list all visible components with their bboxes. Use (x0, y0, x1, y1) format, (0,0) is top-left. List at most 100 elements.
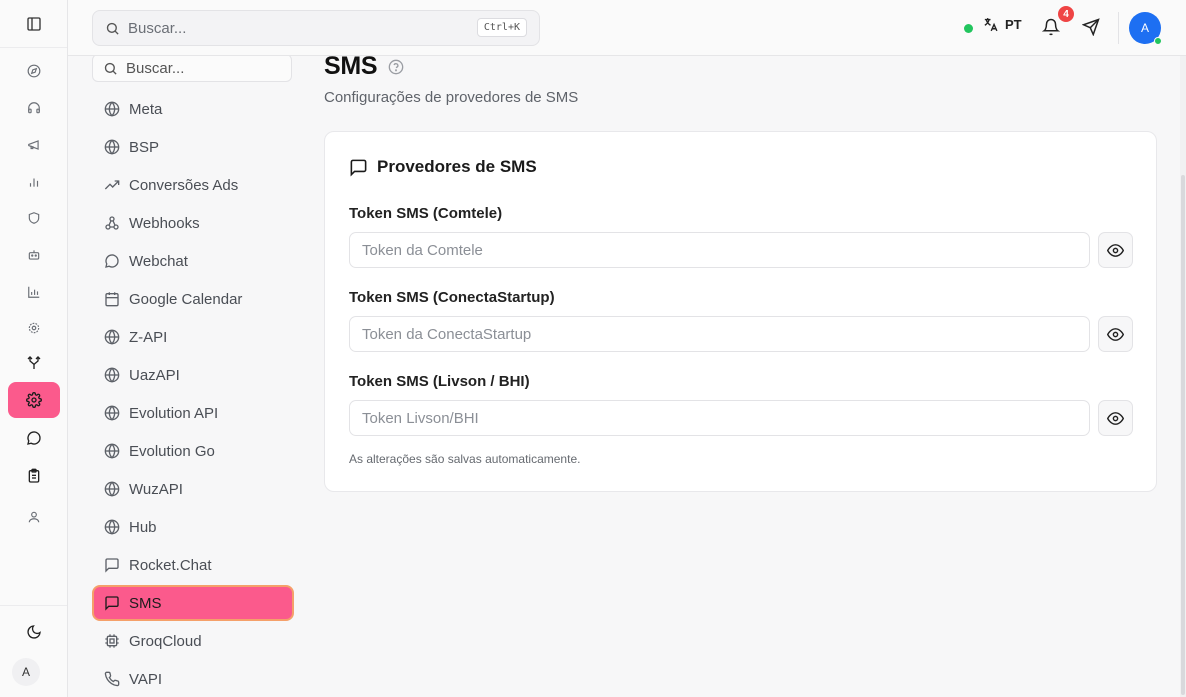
card-title: Provedores de SMS (349, 157, 537, 177)
globe-icon (104, 519, 120, 535)
subnav-item-evolution-go[interactable]: Evolution Go (92, 433, 294, 469)
globe-icon (104, 443, 120, 459)
subnav-item-convers-es-ads[interactable]: Conversões Ads (92, 167, 294, 203)
subnav-item-label: WuzAPI (129, 480, 183, 498)
notification-badge: 4 (1058, 6, 1074, 22)
shield-icon[interactable] (8, 200, 60, 236)
globe-icon (104, 405, 120, 421)
eye-icon (1107, 326, 1124, 343)
rail-avatar[interactable]: A (12, 658, 40, 686)
send-icon[interactable] (1082, 18, 1100, 36)
livson-token-input[interactable] (349, 400, 1090, 436)
global-search-placeholder: Buscar... (128, 19, 187, 37)
bar-chart-icon[interactable] (8, 164, 60, 200)
scrollbar-thumb[interactable] (1181, 175, 1185, 695)
subnav-item-label: Rocket.Chat (129, 556, 212, 574)
subnav-item-bsp[interactable]: BSP (92, 129, 294, 165)
user-icon[interactable] (8, 499, 60, 535)
toggle-visibility-button[interactable] (1098, 232, 1133, 268)
globe-icon (104, 139, 120, 155)
conectastartup-token-input[interactable] (349, 316, 1090, 352)
globe-icon (104, 329, 120, 345)
subnav-item-sms[interactable]: SMS (92, 585, 294, 621)
message-square-icon (104, 557, 120, 573)
bot-icon[interactable] (8, 237, 60, 273)
shortcut-hint: Ctrl+K (476, 18, 527, 37)
eye-icon (1107, 410, 1124, 427)
connection-status-dot (964, 24, 973, 33)
settings-subnav: Buscar... Meta BSP Conversões Ads Webhooks W… (68, 56, 308, 697)
conectastartup-label: Token SMS (ConectaStartup) (349, 289, 555, 306)
analytics-icon[interactable] (8, 274, 60, 310)
autosave-note: As alterações são salvas automaticamente… (349, 452, 581, 466)
subnav-item-label: Evolution Go (129, 442, 215, 460)
megaphone-icon[interactable] (8, 127, 60, 163)
subnav-search-placeholder: Buscar... (126, 59, 185, 77)
subnav-item-label: Meta (129, 100, 163, 118)
subnav-item-google-calendar[interactable]: Google Calendar (92, 281, 294, 317)
subnav-item-label: Z-API (129, 328, 168, 346)
livson-label: Token SMS (Livson / BHI) (349, 373, 530, 390)
card-title-text: Provedores de SMS (377, 157, 537, 176)
language-code: PT (1005, 17, 1022, 32)
icon-rail: A (0, 0, 68, 697)
subnav-item-webhooks[interactable]: Webhooks (92, 205, 294, 241)
subnav-item-groqcloud[interactable]: GroqCloud (92, 623, 294, 659)
globe-icon (104, 481, 120, 497)
subnav-item-webchat[interactable]: Webchat (92, 243, 294, 279)
subnav-item-z-api[interactable]: Z-API (92, 319, 294, 355)
subnav-item-label: SMS (129, 594, 162, 612)
subnav-item-label: Conversões Ads (129, 176, 239, 194)
top-header: Buscar... Ctrl+K PT 4 A (68, 0, 1186, 56)
subnav-item-vapi[interactable]: VAPI (92, 661, 294, 697)
comtele-token-input[interactable] (349, 232, 1090, 268)
subnav-item-label: Webchat (129, 252, 188, 270)
webhook-icon (104, 215, 120, 231)
subnav-item-rocket-chat[interactable]: Rocket.Chat (92, 547, 294, 583)
trending-up-icon (104, 177, 120, 193)
message-square-icon (349, 158, 368, 177)
subnav-search[interactable]: Buscar... (92, 56, 292, 82)
subnav-item-meta[interactable]: Meta (92, 91, 294, 127)
clipboard-icon[interactable] (8, 458, 60, 494)
eye-icon (1107, 242, 1124, 259)
subnav-item-label: Google Calendar (129, 290, 243, 308)
rail-divider (0, 605, 67, 606)
headphones-icon[interactable] (8, 90, 60, 126)
moon-icon[interactable] (8, 614, 60, 650)
subnav-item-label: UazAPI (129, 366, 180, 384)
translate-icon (982, 16, 999, 33)
subnav-item-hub[interactable]: Hub (92, 509, 294, 545)
globe-icon (104, 101, 120, 117)
subnav-item-uazapi[interactable]: UazAPI (92, 357, 294, 393)
rail-header (0, 0, 67, 48)
search-icon (103, 61, 118, 76)
subnav-item-evolution-api[interactable]: Evolution API (92, 395, 294, 431)
global-search[interactable]: Buscar... Ctrl+K (92, 10, 540, 46)
message-circle-icon[interactable] (8, 420, 60, 456)
subnav-item-label: VAPI (129, 670, 163, 688)
search-icon (105, 21, 120, 36)
bell-icon[interactable] (1042, 18, 1060, 36)
message-square-icon (104, 595, 120, 611)
toggle-visibility-button[interactable] (1098, 400, 1133, 436)
settings-icon[interactable] (8, 382, 60, 418)
header-divider (1118, 12, 1119, 44)
subnav-item-label: Evolution API (129, 404, 219, 422)
cog-icon[interactable] (8, 310, 60, 346)
globe-icon (104, 367, 120, 383)
language-switcher[interactable]: PT (982, 16, 1022, 33)
phone-icon (104, 671, 120, 687)
toggle-visibility-button[interactable] (1098, 316, 1133, 352)
subnav-item-wuzapi[interactable]: WuzAPI (92, 471, 294, 507)
comtele-label: Token SMS (Comtele) (349, 205, 503, 222)
online-indicator (1154, 37, 1162, 45)
compass-icon[interactable] (8, 53, 60, 89)
git-branch-icon[interactable] (8, 345, 60, 381)
subnav-item-label: BSP (129, 138, 160, 156)
sms-providers-card: Provedores de SMS Token SMS (Comtele) To… (324, 131, 1157, 492)
message-circle-icon (104, 253, 120, 269)
sidebar-toggle-icon[interactable] (26, 16, 42, 32)
help-circle-icon[interactable] (388, 59, 404, 75)
cpu-icon (104, 633, 120, 649)
